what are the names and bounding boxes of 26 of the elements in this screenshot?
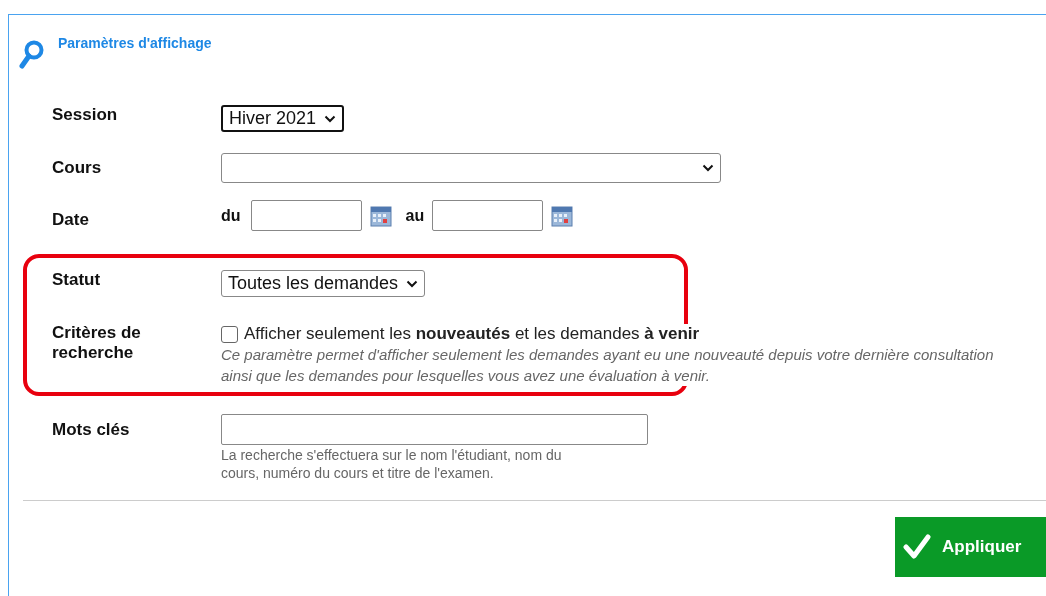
search-icon (19, 39, 45, 69)
from-label: du (221, 206, 241, 225)
dropdown[interactable]: Hiver 2021 (221, 105, 345, 132)
calendar-icon[interactable] (369, 204, 392, 227)
to-label: au (405, 206, 425, 225)
caret-icon (406, 279, 419, 288)
field-label: Mots clés (52, 420, 131, 441)
dropdown[interactable]: Toutes les demandes (221, 270, 426, 297)
field-label: Critères de recherche (52, 323, 142, 364)
apply-button[interactable]: Appliquer (895, 517, 1046, 577)
field-label: Session (52, 105, 119, 126)
keywords-field[interactable] (221, 414, 648, 445)
caret-icon (324, 114, 337, 123)
field-label: Date (52, 210, 90, 231)
field-label: Statut (52, 270, 102, 291)
field-label: Cours (52, 158, 103, 179)
calendar-icon[interactable] (551, 204, 574, 227)
panel-title: Paramètres d'affichage (58, 35, 212, 51)
checkbox-label: Afficher seulement les nouveautés et les demandes à venir (244, 324, 700, 344)
date-field[interactable] (250, 200, 362, 231)
checkmark-icon (903, 534, 931, 560)
dropdown[interactable] (221, 153, 721, 183)
date-field[interactable] (432, 200, 544, 231)
checkbox[interactable] (221, 325, 238, 343)
help-text: La recherche s'effectuera sur le nom l'étudiant, nom du cours, numéro du cours et titre de l'examen. (221, 446, 563, 482)
caret-icon (702, 164, 714, 172)
